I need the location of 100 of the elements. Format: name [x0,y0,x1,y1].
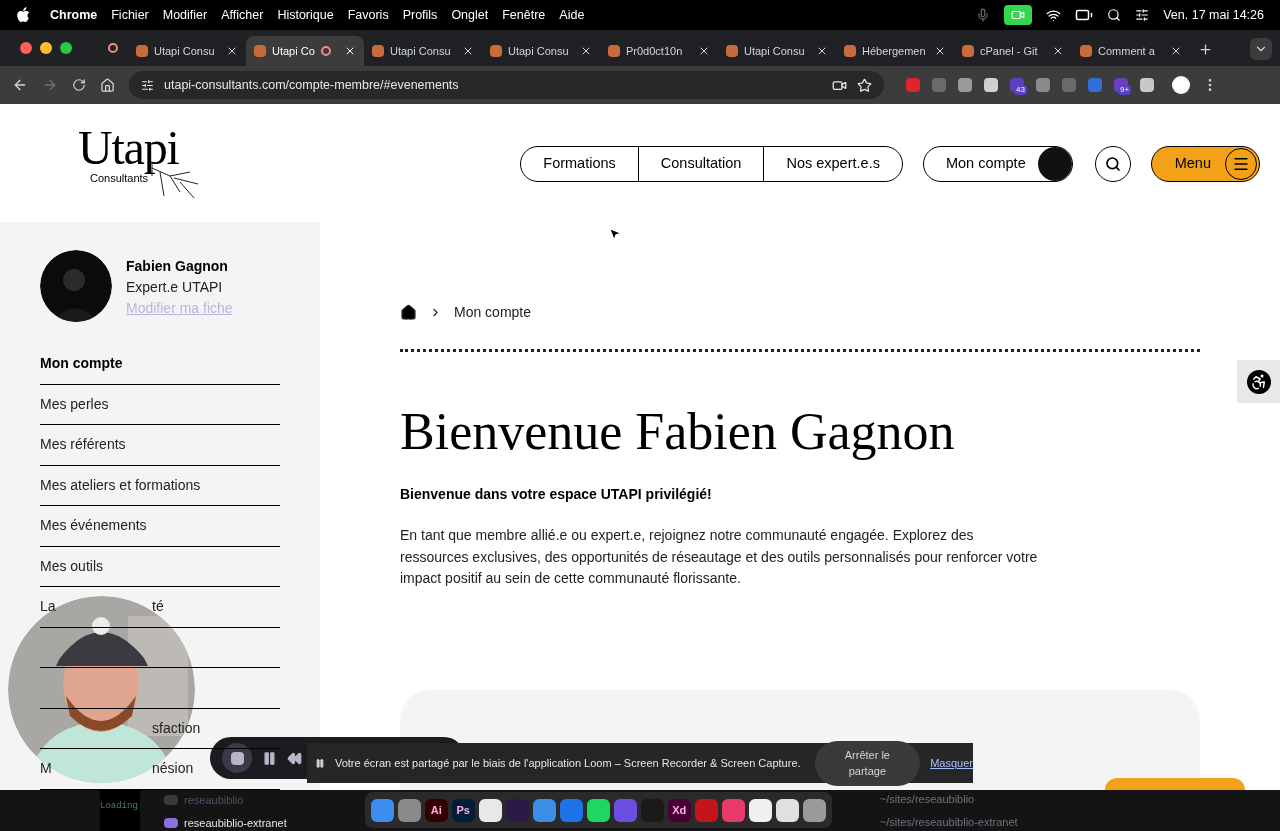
address-bar[interactable]: utapi-consultants.com/compte-membre/#evenements [129,71,884,99]
app-icon[interactable]: Ps [451,798,475,822]
tab-title: Hébergemen [862,43,926,59]
tab-title: Utapi Consu [390,43,451,59]
close-tab-icon[interactable] [1170,45,1182,57]
profile-role: Expert.e UTAPI [126,278,224,297]
menu-item[interactable]: Profils [402,5,438,25]
app-icon[interactable] [775,798,799,822]
intro-paragraph: En tant que membre allié.e ou expert.e, rejoignez notre communauté engagée. Explorez des ressources exclusives, des opportunités de réseautage et des outils personnalisés pour renforcer votre impact positif au sein de cette communauté florissante. [400,526,1039,588]
browser-tab[interactable]: Utapi Consu [718,36,836,66]
reload-icon[interactable] [72,78,86,92]
close-tab-icon[interactable] [934,45,946,57]
sidebar-item[interactable]: Mes événements [40,506,280,547]
home-icon[interactable] [400,304,417,321]
tab-search-button[interactable] [1250,38,1272,60]
menu-button[interactable]: Menu [1150,146,1260,182]
close-tab-icon[interactable] [816,45,828,57]
menu-item[interactable]: Historique [277,5,334,25]
tab-title: Utapi Co [272,43,315,59]
hide-link[interactable]: Masquer [930,754,973,772]
pause-icon[interactable] [262,750,277,766]
sidebar-item[interactable]: Mes ateliers et formations [40,465,280,506]
control-center-icon[interactable] [1135,8,1150,22]
close-tab-icon[interactable] [344,45,356,57]
sidebar-item[interactable]: Mes outils [40,546,280,587]
maximize-window-button[interactable] [60,42,72,54]
tab-title: cPanel - Git [980,43,1038,59]
menu-item[interactable]: Favoris [347,5,389,25]
sidebar-item[interactable]: Mon compte [40,344,280,385]
menu-item[interactable]: Aide [559,5,585,25]
stop-button[interactable] [222,743,252,773]
menu-item[interactable]: Fenêtre [502,5,546,25]
new-tab-icon[interactable] [1198,42,1213,57]
extension-icon[interactable] [984,78,998,92]
path-text: ~/sites/reseaubiblio [879,792,976,807]
menu-item[interactable]: Onglet [451,5,489,25]
sidebar-item[interactable]: M [40,760,52,777]
nav-link[interactable]: Nos expert.e.s [763,147,902,181]
bookmark-star-icon[interactable] [857,77,872,93]
site-settings-icon[interactable] [141,78,154,92]
app-icon[interactable] [478,798,502,822]
browser-tab[interactable]: Comment a [1072,36,1190,66]
url-text[interactable]: utapi-consultants.com/compte-membre/#evenements [164,75,459,95]
extension-icon[interactable] [1140,78,1154,92]
terminal-text: Loading [100,801,138,811]
extension-icon[interactable]: 9+ [1114,78,1128,92]
extension-icon[interactable]: 43 [1010,78,1024,92]
sidebar-item[interactable]: nésion [152,758,194,780]
breadcrumb-item[interactable]: Mon compte [454,302,532,323]
sidebar-item[interactable]: sfaction [152,717,201,739]
browser-tab[interactable]: Utapi Co [246,36,364,66]
browser-tab[interactable]: Utapi Consu [482,36,600,66]
profile-icon[interactable] [1172,76,1190,94]
app-menu[interactable]: Chrome [50,5,98,25]
favicon-icon [1080,45,1092,57]
favicon-icon [136,45,148,57]
wifi-icon[interactable] [1046,7,1062,23]
microphone-icon[interactable] [976,8,991,22]
menu-item[interactable]: Afficher [221,5,264,25]
sidebar-item[interactable]: La [40,598,56,615]
menu-item[interactable]: Modifier [162,5,208,25]
welcome-heading: Bienvenue dans votre espace UTAPI privilégié! [400,485,713,504]
close-tab-icon[interactable] [698,45,710,57]
close-window-button[interactable] [20,42,32,54]
back-icon[interactable] [12,77,28,93]
app-icon[interactable]: Xd [667,798,691,822]
search-icon [1104,156,1121,172]
close-tab-icon[interactable] [226,45,238,57]
stop-sharing-button[interactable]: Arrêter le partage [814,740,921,786]
browser-tab[interactable]: cPanel - Git [954,36,1072,66]
close-tab-icon[interactable] [1052,45,1064,57]
app-icon[interactable]: Ai [424,798,448,822]
nav-link[interactable]: Consultation [637,147,764,181]
menu-item[interactable]: Fichier [111,5,149,25]
browser-tab[interactable]: Utapi Consu [128,36,246,66]
browser-tab[interactable]: Utapi Consu [364,36,482,66]
minimize-window-button[interactable] [40,42,52,54]
extension-icon[interactable] [958,78,972,92]
sidebar-item[interactable]: Mes perles [40,384,280,425]
account-avatar-icon [1037,147,1072,181]
app-icon[interactable] [748,798,772,822]
clock[interactable]: Ven. 17 mai 14:26 [1163,5,1264,25]
browser-tab[interactable]: Pr0d0ct10n [600,36,718,66]
accessibility-button[interactable] [1237,360,1280,403]
search-icon[interactable] [1107,8,1122,22]
share-message: Votre écran est partagé par le biais de l'application Loom – Screen Recorder & Screen Capture. [334,755,801,771]
favicon-icon [372,45,384,57]
sidebar-item[interactable]: Mes référents [40,425,280,466]
rewind-icon[interactable] [287,750,302,766]
nav-link[interactable]: Formations [521,147,638,181]
camera-status-icon[interactable] [1004,5,1033,25]
sidebar-item[interactable]: té [152,596,164,618]
app-icon[interactable] [802,798,826,822]
favicon-icon [726,45,738,57]
close-tab-icon[interactable] [580,45,592,57]
apple-icon[interactable] [16,7,30,23]
close-tab-icon[interactable] [462,45,474,57]
browser-tab[interactable]: Hébergemen [836,36,954,66]
app-icon[interactable] [586,798,610,822]
folder-name[interactable]: reseaubiblio-extranet [184,814,287,831]
